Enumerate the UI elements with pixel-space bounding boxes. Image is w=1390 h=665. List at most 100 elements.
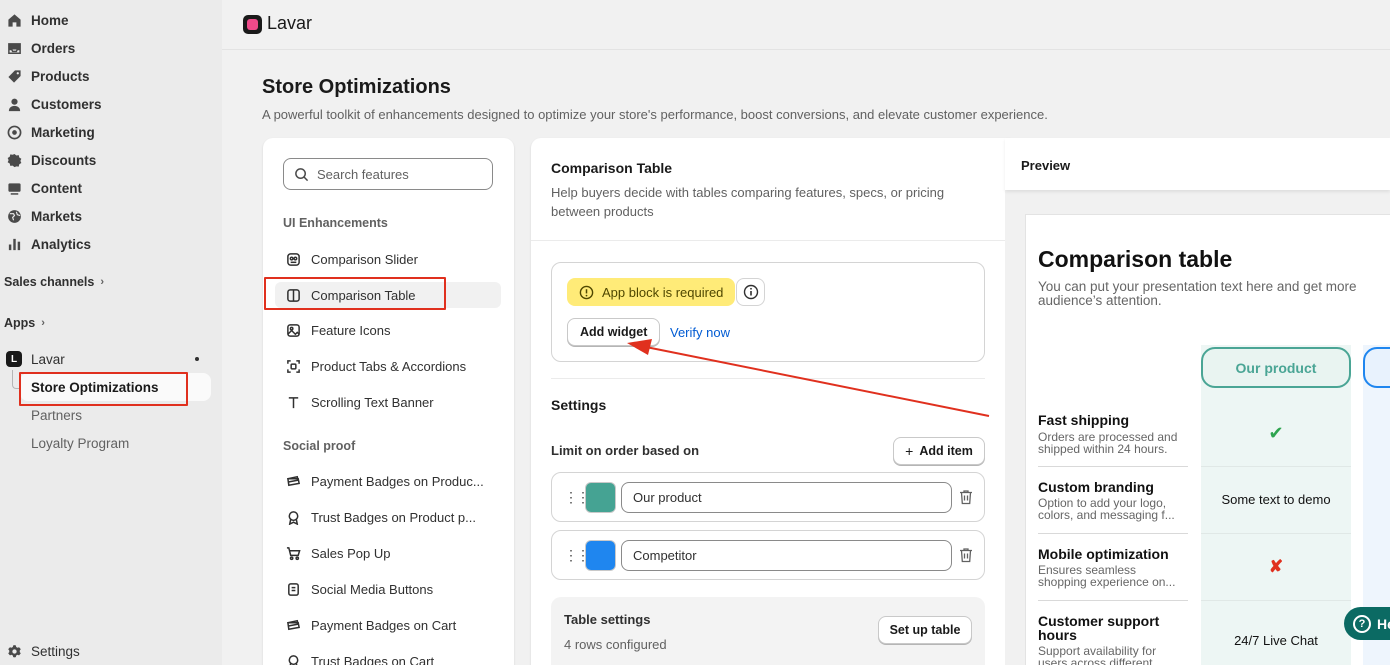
annotation-highlight-box <box>264 277 446 310</box>
feature-label: Social Media Buttons <box>311 581 434 597</box>
page-subtitle: A powerful toolkit of enhancements desig… <box>262 107 1048 122</box>
limit-label: Limit on order based on <box>551 443 700 458</box>
lavar-app-icon: L <box>6 351 22 367</box>
feature-social-media-buttons[interactable]: Social Media Buttons <box>275 576 501 602</box>
item-name-input[interactable] <box>621 540 952 571</box>
tabs-icon <box>284 357 302 375</box>
nav-settings[interactable]: Settings <box>0 639 80 663</box>
badge-text: App block is required <box>602 284 724 300</box>
nav-app-lavar[interactable]: L Lavar <box>0 347 65 371</box>
search-box[interactable] <box>283 158 493 190</box>
app-title: Lavar <box>267 13 313 33</box>
feature-feature-icons[interactable]: Feature Icons <box>275 317 501 343</box>
row-title: Customer support hours <box>1038 613 1160 643</box>
trash-icon[interactable] <box>959 547 973 563</box>
nav-home[interactable]: Home <box>0 8 69 32</box>
apps-link[interactable]: Apps › <box>4 316 45 330</box>
nav-label: Lavar <box>31 351 65 367</box>
preview-title: Comparison table <box>1038 246 1233 272</box>
feature-comparison-slider[interactable]: Comparison Slider <box>275 246 501 272</box>
feature-scrolling-text-banner[interactable]: Scrolling Text Banner <box>275 389 501 415</box>
row-separator <box>1201 533 1351 534</box>
credit-card-icon <box>284 616 302 634</box>
group-title-social-proof: Social proof <box>283 439 356 453</box>
nav-label: Home <box>31 12 69 28</box>
nav-label: Customers <box>31 96 102 112</box>
trash-icon[interactable] <box>959 489 973 505</box>
nav-label: Discounts <box>31 152 97 168</box>
divider <box>531 240 1005 241</box>
feature-payment-badges-product[interactable]: Payment Badges on Produc... <box>275 468 501 494</box>
app-block-warning-badge: App block is required <box>567 278 736 306</box>
settings-heading: Settings <box>551 397 607 413</box>
feature-product-tabs[interactable]: Product Tabs & Accordions <box>275 353 501 379</box>
discount-icon <box>6 152 22 168</box>
feature-list-card: UI Enhancements Comparison Slider Compar… <box>263 138 514 665</box>
nav-label: Products <box>31 68 90 84</box>
feature-label: Payment Badges on Produc... <box>311 473 484 489</box>
app-block-panel: App block is required Add widget Verify … <box>551 262 985 362</box>
nav-customers[interactable]: Customers <box>0 92 102 116</box>
add-item-button[interactable]: + Add item <box>893 437 985 465</box>
nav-content[interactable]: Content <box>0 176 82 200</box>
preview-pane: Preview Comparison table You can put you… <box>1005 138 1390 665</box>
chevron-right-icon: › <box>100 276 104 288</box>
divider <box>551 378 985 379</box>
feature-settings-card: Comparison Table Help buyers decide with… <box>531 138 1011 665</box>
row-value: 24/7 Live Chat <box>1234 633 1318 648</box>
info-button[interactable] <box>736 278 765 306</box>
text-icon <box>284 393 302 411</box>
help-button[interactable]: ? He <box>1344 607 1390 640</box>
row-title: Custom branding <box>1038 479 1154 495</box>
feature-description: Help buyers decide with tables comparing… <box>551 185 945 219</box>
color-swatch[interactable] <box>585 540 616 571</box>
image-icon <box>284 321 302 339</box>
orders-icon <box>6 40 22 56</box>
color-swatch[interactable] <box>585 482 616 513</box>
page-title: Store Optimizations <box>262 76 451 98</box>
nav-products[interactable]: Products <box>0 64 90 88</box>
nav-marketing[interactable]: Marketing <box>0 120 95 144</box>
feature-trust-badges-cart[interactable]: Trust Badges on Cart <box>275 648 501 665</box>
nav-label: Marketing <box>31 124 95 140</box>
question-icon: ? <box>1353 614 1371 633</box>
competitor-header <box>1363 347 1390 388</box>
feature-label: Comparison Slider <box>311 251 418 267</box>
target-icon <box>6 124 22 140</box>
apps-label: Apps <box>4 316 36 330</box>
list-item: ⋮⋮ <box>551 472 985 522</box>
sidebar-item-partners[interactable]: Partners <box>31 408 82 423</box>
feature-trust-badges-product[interactable]: Trust Badges on Product p... <box>275 504 501 530</box>
info-icon <box>743 284 758 300</box>
item-name-input[interactable] <box>621 482 952 513</box>
gear-icon <box>6 643 22 659</box>
feature-payment-badges-cart[interactable]: Payment Badges on Cart <box>275 612 501 638</box>
row-desc: Orders are processed and shipped within … <box>1038 430 1178 456</box>
feature-sales-pop-up[interactable]: Sales Pop Up <box>275 540 501 566</box>
preview-label: Preview <box>1021 158 1071 173</box>
badge-icon <box>284 508 302 526</box>
search-input[interactable] <box>317 166 477 182</box>
lavar-logo-icon <box>243 15 262 34</box>
table-settings-subtitle: 4 rows configured <box>564 637 667 652</box>
verify-now-link[interactable]: Verify now <box>670 325 730 340</box>
sidebar: Home Orders Products Customers Marketing… <box>0 0 222 665</box>
button-label: Add item <box>919 444 973 458</box>
row-desc: Support availability for users across di… <box>1038 644 1163 665</box>
app-header: Lavar <box>222 0 1390 50</box>
nav-markets[interactable]: Markets <box>0 204 82 228</box>
sidebar-item-loyalty-program[interactable]: Loyalty Program <box>31 436 129 451</box>
add-widget-button[interactable]: Add widget <box>567 318 661 346</box>
nav-analytics[interactable]: Analytics <box>0 232 91 256</box>
nav-label: Settings <box>31 643 80 659</box>
nav-discounts[interactable]: Discounts <box>0 148 96 172</box>
row-separator <box>1038 600 1188 601</box>
set-up-table-button[interactable]: Set up table <box>878 616 972 644</box>
plus-icon: + <box>905 443 914 459</box>
person-icon <box>6 96 22 112</box>
nav-orders[interactable]: Orders <box>0 36 75 60</box>
sales-channels-link[interactable]: Sales channels › <box>4 275 104 289</box>
globe-icon <box>6 208 22 224</box>
feature-label: Sales Pop Up <box>311 545 391 561</box>
row-title: Fast shipping <box>1038 412 1129 428</box>
